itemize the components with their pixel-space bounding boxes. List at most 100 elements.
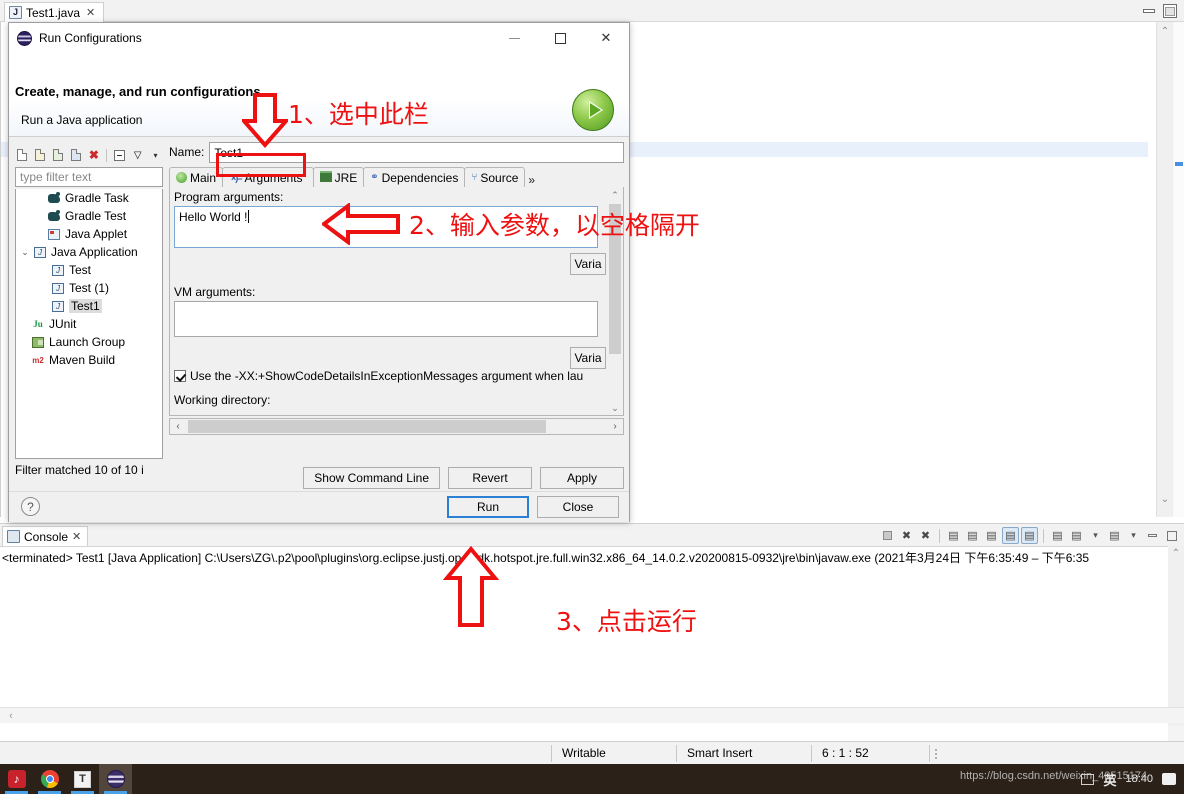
run-configurations-dialog: Run Configurations ✕ Create, manage, and… — [8, 22, 630, 522]
notification-icon[interactable] — [1162, 773, 1176, 785]
scroll-thumb[interactable] — [188, 420, 546, 433]
collapse-all-icon[interactable] — [112, 148, 127, 163]
tree-twisty-expanded[interactable]: ⌄ — [18, 247, 32, 258]
taskbar-app-eclipse[interactable] — [99, 764, 132, 794]
tree-item-junit[interactable]: Ju JUnit — [16, 315, 162, 333]
arguments-vertical-scrollbar[interactable]: ⌃ ⌄ — [608, 188, 622, 415]
arguments-tab-icon: ×)= — [231, 172, 242, 183]
remove-all-launches-icon[interactable]: ✖ — [917, 527, 934, 544]
tree-item-gradle-task[interactable]: Gradle Task — [16, 189, 162, 207]
tree-item-test1[interactable]: J Test1 — [16, 297, 162, 315]
scroll-left-icon[interactable]: ‹ — [170, 421, 186, 432]
display-selected-console-icon[interactable]: ▤ — [1068, 527, 1085, 544]
scroll-up-icon[interactable]: ⌃ — [608, 188, 622, 202]
display-console-caret-icon[interactable]: ▾ — [1087, 527, 1104, 544]
tab-arguments[interactable]: ×)= Arguments — [222, 167, 314, 187]
scroll-up-icon[interactable]: ⌃ — [1168, 547, 1184, 561]
open-console-icon[interactable]: ▤ — [1049, 527, 1066, 544]
tab-source[interactable]: ⑂ Source — [464, 167, 526, 187]
run-button[interactable]: Run — [447, 496, 529, 518]
vm-arguments-input[interactable] — [174, 301, 598, 337]
tree-item-maven-build[interactable]: m2 Maven Build — [16, 351, 162, 369]
tree-item-java-applet[interactable]: Java Applet — [16, 225, 162, 243]
taskbar-clock[interactable]: 18:40 — [1125, 773, 1153, 785]
dialog-close-button[interactable]: ✕ — [583, 23, 629, 53]
help-icon[interactable]: ? — [21, 497, 40, 516]
tree-item-test-1[interactable]: J Test (1) — [16, 279, 162, 297]
scroll-thumb[interactable] — [609, 204, 621, 354]
pin-console-icon[interactable]: ▤ — [1021, 527, 1038, 544]
maximize-view-icon[interactable] — [1163, 527, 1180, 544]
close-icon[interactable]: ✕ — [86, 6, 95, 19]
console-tab[interactable]: Console ✕ — [2, 526, 89, 546]
name-input[interactable]: Test1 — [209, 141, 624, 163]
scroll-up-icon[interactable]: ⌃ — [1157, 24, 1173, 40]
window-minimize-icon[interactable] — [1142, 4, 1156, 18]
tab-dependencies[interactable]: ⚭ Dependencies — [363, 167, 466, 187]
dialog-minimize-button[interactable] — [491, 23, 537, 53]
console-horizontal-scrollbar[interactable]: ‹ — [0, 707, 1184, 723]
console-vertical-scrollbar[interactable]: ⌃ ⌄ — [1168, 546, 1184, 726]
editor-vertical-scrollbar[interactable]: ⌃ ⌄ — [1156, 22, 1172, 517]
minimize-view-icon[interactable] — [1144, 527, 1161, 544]
close-icon[interactable]: ✕ — [72, 530, 81, 543]
dialog-titlebar[interactable]: Run Configurations ✕ — [9, 23, 629, 53]
taskbar-app-netease-music[interactable]: ♪ — [0, 764, 33, 794]
word-wrap-icon[interactable]: ▤ — [983, 527, 1000, 544]
taskbar-app-chrome[interactable] — [33, 764, 66, 794]
remove-launch-icon[interactable]: ✖ — [898, 527, 915, 544]
tab-main[interactable]: Main — [169, 167, 224, 187]
show-code-details-checkbox[interactable] — [174, 370, 186, 382]
filter-input[interactable]: type filter text — [15, 167, 163, 187]
tree-item-test[interactable]: J Test — [16, 261, 162, 279]
scroll-down-icon[interactable]: ⌄ — [608, 401, 622, 415]
windows-taskbar: ♪ T 英 18:40 — [0, 764, 1184, 794]
dialog-subheading: Run a Java application — [21, 113, 143, 127]
duplicate-icon[interactable] — [69, 148, 84, 163]
new-console-view-icon[interactable]: ▤ — [1106, 527, 1123, 544]
show-code-details-row[interactable]: Use the -XX:+ShowCodeDetailsInExceptionM… — [174, 369, 609, 383]
editor-tab-test1-java[interactable]: J Test1.java ✕ — [4, 2, 105, 22]
window-maximize-icon[interactable] — [1163, 4, 1177, 18]
delete-icon[interactable]: ✖ — [87, 148, 102, 163]
configurations-tree[interactable]: Gradle Task Gradle Test Java Applet ⌄ J … — [15, 189, 163, 459]
clear-console-icon[interactable]: ▤ — [945, 527, 962, 544]
scroll-right-icon[interactable]: › — [607, 421, 623, 432]
close-button[interactable]: Close — [537, 496, 619, 518]
scroll-lock-icon[interactable]: ▤ — [964, 527, 981, 544]
display-icon[interactable] — [1081, 773, 1095, 785]
status-resize-grip[interactable] — [929, 744, 941, 762]
dialog-maximize-button[interactable] — [537, 23, 583, 53]
tabs-overflow-icon[interactable]: » — [524, 173, 539, 187]
ime-indicator[interactable]: 英 — [1103, 770, 1116, 789]
java-config-icon: J — [50, 264, 66, 276]
tree-item-java-application[interactable]: ⌄ J Java Application — [16, 243, 162, 261]
revert-button[interactable]: Revert — [448, 467, 532, 489]
show-console-on-output-icon[interactable]: ▤ — [1002, 527, 1019, 544]
filter-icon[interactable]: ▽ — [130, 148, 145, 163]
new-console-caret-icon[interactable]: ▾ — [1125, 527, 1142, 544]
tree-item-launch-group[interactable]: Launch Group — [16, 333, 162, 351]
show-command-line-button[interactable]: Show Command Line — [303, 467, 440, 489]
tab-jre[interactable]: JRE — [312, 167, 365, 187]
console-tabbar: Console ✕ ✖ ✖ ▤ ▤ ▤ ▤ ▤ ▤ ▤ ▾ ▤ ▾ — [0, 524, 1184, 546]
tree-item-label: Gradle Task — [65, 191, 129, 205]
vm-variables-button[interactable]: Varia — [570, 347, 606, 369]
new-configuration-icon[interactable] — [15, 148, 30, 163]
working-directory-label: Working directory: — [174, 393, 271, 407]
view-menu-caret-icon[interactable]: ▾ — [148, 148, 163, 163]
junit-icon: Ju — [33, 319, 43, 329]
editor-overview-ruler[interactable] — [1172, 22, 1184, 517]
terminate-icon[interactable] — [879, 527, 896, 544]
program-variables-button[interactable]: Varia — [570, 253, 606, 275]
apply-button[interactable]: Apply — [540, 467, 624, 489]
scroll-left-icon[interactable]: ‹ — [4, 708, 18, 724]
scroll-down-icon[interactable]: ⌄ — [1157, 492, 1173, 508]
program-arguments-input[interactable]: Hello World ! — [174, 206, 598, 248]
new-prototype-icon[interactable] — [33, 148, 48, 163]
export-icon[interactable] — [51, 148, 66, 163]
tree-item-gradle-test[interactable]: Gradle Test — [16, 207, 162, 225]
arguments-horizontal-scrollbar[interactable]: ‹ › — [169, 418, 624, 435]
console-view: Console ✕ ✖ ✖ ▤ ▤ ▤ ▤ ▤ ▤ ▤ ▾ ▤ ▾ <termi… — [0, 523, 1184, 742]
taskbar-app-typora[interactable]: T — [66, 764, 99, 794]
